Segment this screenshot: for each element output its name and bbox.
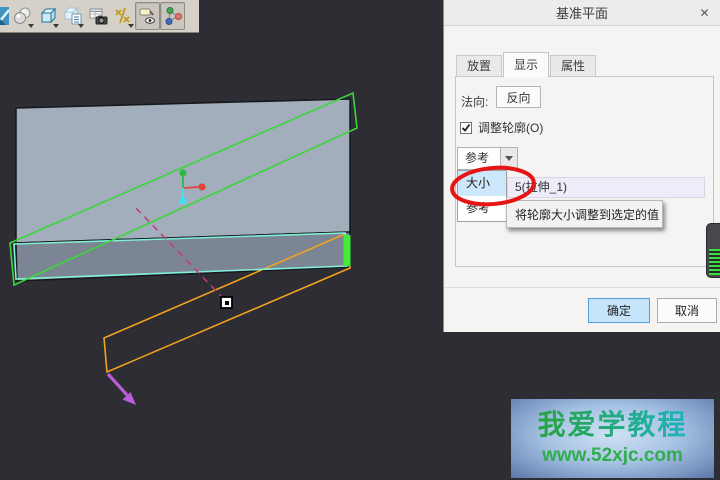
dropdown-caret-icon[interactable] bbox=[78, 24, 84, 28]
edge-handle-stripes bbox=[709, 249, 720, 275]
datum-display-filters-icon[interactable] bbox=[110, 2, 135, 30]
shaded-cube-icon[interactable] bbox=[35, 2, 60, 30]
ok-button[interactable]: 确定 bbox=[588, 298, 650, 323]
direction-arrow[interactable] bbox=[108, 374, 136, 405]
fit-type-combobox[interactable]: 参考 bbox=[457, 147, 518, 170]
chevron-down-icon bbox=[505, 156, 513, 161]
watermark: 我爱学教程 www.52xjc.com bbox=[511, 399, 714, 478]
flip-button[interactable]: 反向 bbox=[496, 86, 541, 108]
normal-direction-label: 法向: bbox=[461, 93, 488, 110]
edge-scroll-handle[interactable] bbox=[706, 223, 720, 278]
adjust-outline-checkbox[interactable] bbox=[460, 122, 472, 134]
dialog-title: 基准平面 bbox=[556, 3, 608, 22]
close-icon[interactable]: ✕ bbox=[697, 5, 712, 20]
tooltip: 将轮廓大小调整到选定的值 bbox=[506, 200, 663, 228]
appearance-gallery-icon[interactable] bbox=[60, 2, 85, 30]
droplist-item-size[interactable]: 大小 bbox=[458, 171, 506, 196]
triad-y-handle[interactable] bbox=[179, 169, 186, 176]
check-icon bbox=[461, 123, 471, 133]
render-style-spheres-icon[interactable] bbox=[10, 2, 35, 30]
dropdown-caret-icon[interactable] bbox=[28, 24, 34, 28]
datum-plane-dialog: 基准平面 ✕ 放置 显示 属性 法向: 反向 调整轮廓(O) 参考 5(拉伸_1… bbox=[443, 0, 720, 332]
combobox-arrow-button[interactable] bbox=[501, 147, 518, 170]
reference-input[interactable]: 5(拉伸_1) bbox=[507, 177, 705, 198]
combobox-value[interactable]: 参考 bbox=[457, 147, 501, 170]
saved-views-camera-icon[interactable] bbox=[85, 2, 110, 30]
watermark-title: 我爱学教程 bbox=[537, 410, 687, 441]
dropdown-caret-icon[interactable] bbox=[128, 24, 134, 28]
tab-properties[interactable]: 属性 bbox=[550, 55, 596, 77]
annotation-display-icon[interactable] bbox=[135, 2, 160, 30]
cancel-button[interactable]: 取消 bbox=[657, 298, 717, 323]
graphics-toolbar bbox=[0, 0, 199, 33]
dialog-titlebar[interactable]: 基准平面 ✕ bbox=[444, 0, 720, 26]
adjust-outline-label: 调整轮廓(O) bbox=[478, 119, 543, 136]
tab-placement[interactable]: 放置 bbox=[456, 55, 502, 77]
footer-divider bbox=[444, 287, 720, 288]
dialog-tabs: 放置 显示 属性 bbox=[456, 51, 597, 77]
dropdown-caret-icon[interactable] bbox=[53, 24, 59, 28]
watermark-url: www.52xjc.com bbox=[542, 445, 683, 467]
droplist-item-reference[interactable]: 参考 bbox=[458, 196, 506, 221]
triad-z-handle[interactable] bbox=[179, 197, 186, 204]
drag-handle[interactable] bbox=[221, 297, 232, 308]
triad-x-handle[interactable] bbox=[198, 183, 205, 190]
tab-display[interactable]: 显示 bbox=[503, 52, 549, 78]
fit-type-droplist: 大小 参考 bbox=[457, 170, 507, 222]
clipped-edit-icon[interactable] bbox=[0, 2, 10, 30]
spin-center-icon[interactable] bbox=[160, 2, 185, 30]
